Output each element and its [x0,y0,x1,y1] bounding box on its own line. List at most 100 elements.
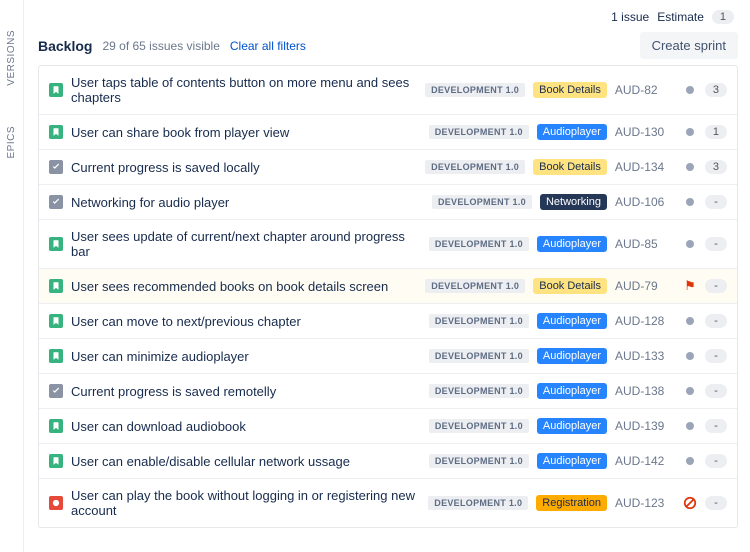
story-icon [49,419,63,433]
task-icon [49,195,63,209]
priority-icon [683,314,697,328]
bug-icon [49,496,63,510]
priority-icon [683,83,697,97]
version-badge: DEVELOPMENT 1.0 [429,314,529,328]
issue-row[interactable]: User can enable/disable cellular network… [39,444,737,479]
create-sprint-button[interactable]: Create sprint [640,32,738,59]
version-badge: DEVELOPMENT 1.0 [429,419,529,433]
estimate-badge: - [705,384,727,398]
issue-row[interactable]: User can minimize audioplayer DEVELOPMENT… [39,339,737,374]
issue-id: AUD-142 [615,454,675,468]
epic-badge[interactable]: Audioplayer [537,348,607,364]
issue-list: User taps table of contents button on mo… [38,65,738,528]
flag-icon: ⚑ [683,279,697,293]
issue-summary: Current progress is saved remotelly [71,384,421,399]
story-icon [49,125,63,139]
issue-summary: User can minimize audioplayer [71,349,421,364]
sidebar-tab-versions[interactable]: VERSIONS [6,10,17,106]
task-icon [49,384,63,398]
story-icon [49,454,63,468]
estimate-badge: - [705,237,727,251]
issue-id: AUD-138 [615,384,675,398]
version-badge: DEVELOPMENT 1.0 [432,195,532,209]
issue-row[interactable]: Current progress is saved remotelly DEVEL… [39,374,737,409]
estimate-badge: - [705,349,727,363]
story-icon [49,349,63,363]
estimate-badge: - [705,314,727,328]
issue-summary: User can download audiobook [71,419,421,434]
priority-icon [683,195,697,209]
epic-badge[interactable]: Audioplayer [537,124,607,140]
epic-badge[interactable]: Book Details [533,159,607,175]
priority-icon [683,349,697,363]
epic-badge[interactable]: Networking [540,194,607,210]
visible-count: 29 of 65 issues visible [102,39,219,53]
issue-id: AUD-134 [615,160,675,174]
issue-row[interactable]: User taps table of contents button on mo… [39,66,737,115]
epic-badge[interactable]: Book Details [533,82,607,98]
clear-filters-link[interactable]: Clear all filters [230,39,306,53]
issue-summary: Current progress is saved locally [71,160,417,175]
issue-summary: User can enable/disable cellular network… [71,454,421,469]
issue-row[interactable]: User can play the book without logging i… [39,479,737,527]
version-badge: DEVELOPMENT 1.0 [429,125,529,139]
version-badge: DEVELOPMENT 1.0 [425,160,525,174]
estimate-badge: 3 [705,83,727,97]
estimate-badge: 3 [705,160,727,174]
issue-row[interactable]: Networking for audio player DEVELOPMENT 1… [39,185,737,220]
version-badge: DEVELOPMENT 1.0 [429,454,529,468]
issue-row[interactable]: Current progress is saved locally DEVELOP… [39,150,737,185]
priority-icon [683,419,697,433]
issue-summary: User can share book from player view [71,125,421,140]
estimate-badge: - [705,454,727,468]
issue-id: AUD-133 [615,349,675,363]
version-badge: DEVELOPMENT 1.0 [429,349,529,363]
epic-badge[interactable]: Audioplayer [537,313,607,329]
issue-id: AUD-79 [615,279,675,293]
estimate-badge: - [705,279,727,293]
main-panel: 1 issue Estimate 1 Backlog 29 of 65 issu… [30,0,750,528]
epic-badge[interactable]: Registration [536,495,607,511]
issue-summary: User can move to next/previous chapter [71,314,421,329]
issue-count: 1 issue [611,10,649,24]
issue-id: AUD-128 [615,314,675,328]
issue-summary: User sees update of current/next chapter… [71,229,421,259]
issue-row[interactable]: User can share book from player view DEVE… [39,115,737,150]
estimate-badge: - [705,195,727,209]
issue-row[interactable]: User can download audiobook DEVELOPMENT 1… [39,409,737,444]
backlog-title: Backlog [38,38,92,54]
sidebar-tab-epics[interactable]: EPICS [6,106,17,179]
issue-summary: Networking for audio player [71,195,424,210]
priority-icon [683,384,697,398]
epic-badge[interactable]: Book Details [533,278,607,294]
epic-badge[interactable]: Audioplayer [537,383,607,399]
version-badge: DEVELOPMENT 1.0 [429,237,529,251]
version-badge: DEVELOPMENT 1.0 [429,384,529,398]
estimate-badge: - [705,496,727,510]
issue-summary: User taps table of contents button on mo… [71,75,417,105]
version-badge: DEVELOPMENT 1.0 [425,83,525,97]
epic-badge[interactable]: Audioplayer [537,418,607,434]
issue-id: AUD-130 [615,125,675,139]
issue-summary: User sees recommended books on book deta… [71,279,417,294]
topbar: 1 issue Estimate 1 [38,8,738,32]
story-icon [49,279,63,293]
issue-id: AUD-106 [615,195,675,209]
version-badge: DEVELOPMENT 1.0 [428,496,528,510]
priority-icon [683,125,697,139]
priority-icon [683,160,697,174]
issue-id: AUD-82 [615,83,675,97]
issue-id: AUD-123 [615,496,675,510]
priority-icon [683,237,697,251]
issue-row[interactable]: User can move to next/previous chapter DE… [39,304,737,339]
issue-id: AUD-85 [615,237,675,251]
epic-badge[interactable]: Audioplayer [537,236,607,252]
estimate-label: Estimate [657,10,704,24]
epic-badge[interactable]: Audioplayer [537,453,607,469]
estimate-badge: - [705,419,727,433]
issue-row[interactable]: User sees update of current/next chapter… [39,220,737,269]
blocker-icon [683,496,697,510]
issue-row[interactable]: User sees recommended books on book deta… [39,269,737,304]
issue-summary: User can play the book without logging i… [71,488,420,518]
story-icon [49,314,63,328]
